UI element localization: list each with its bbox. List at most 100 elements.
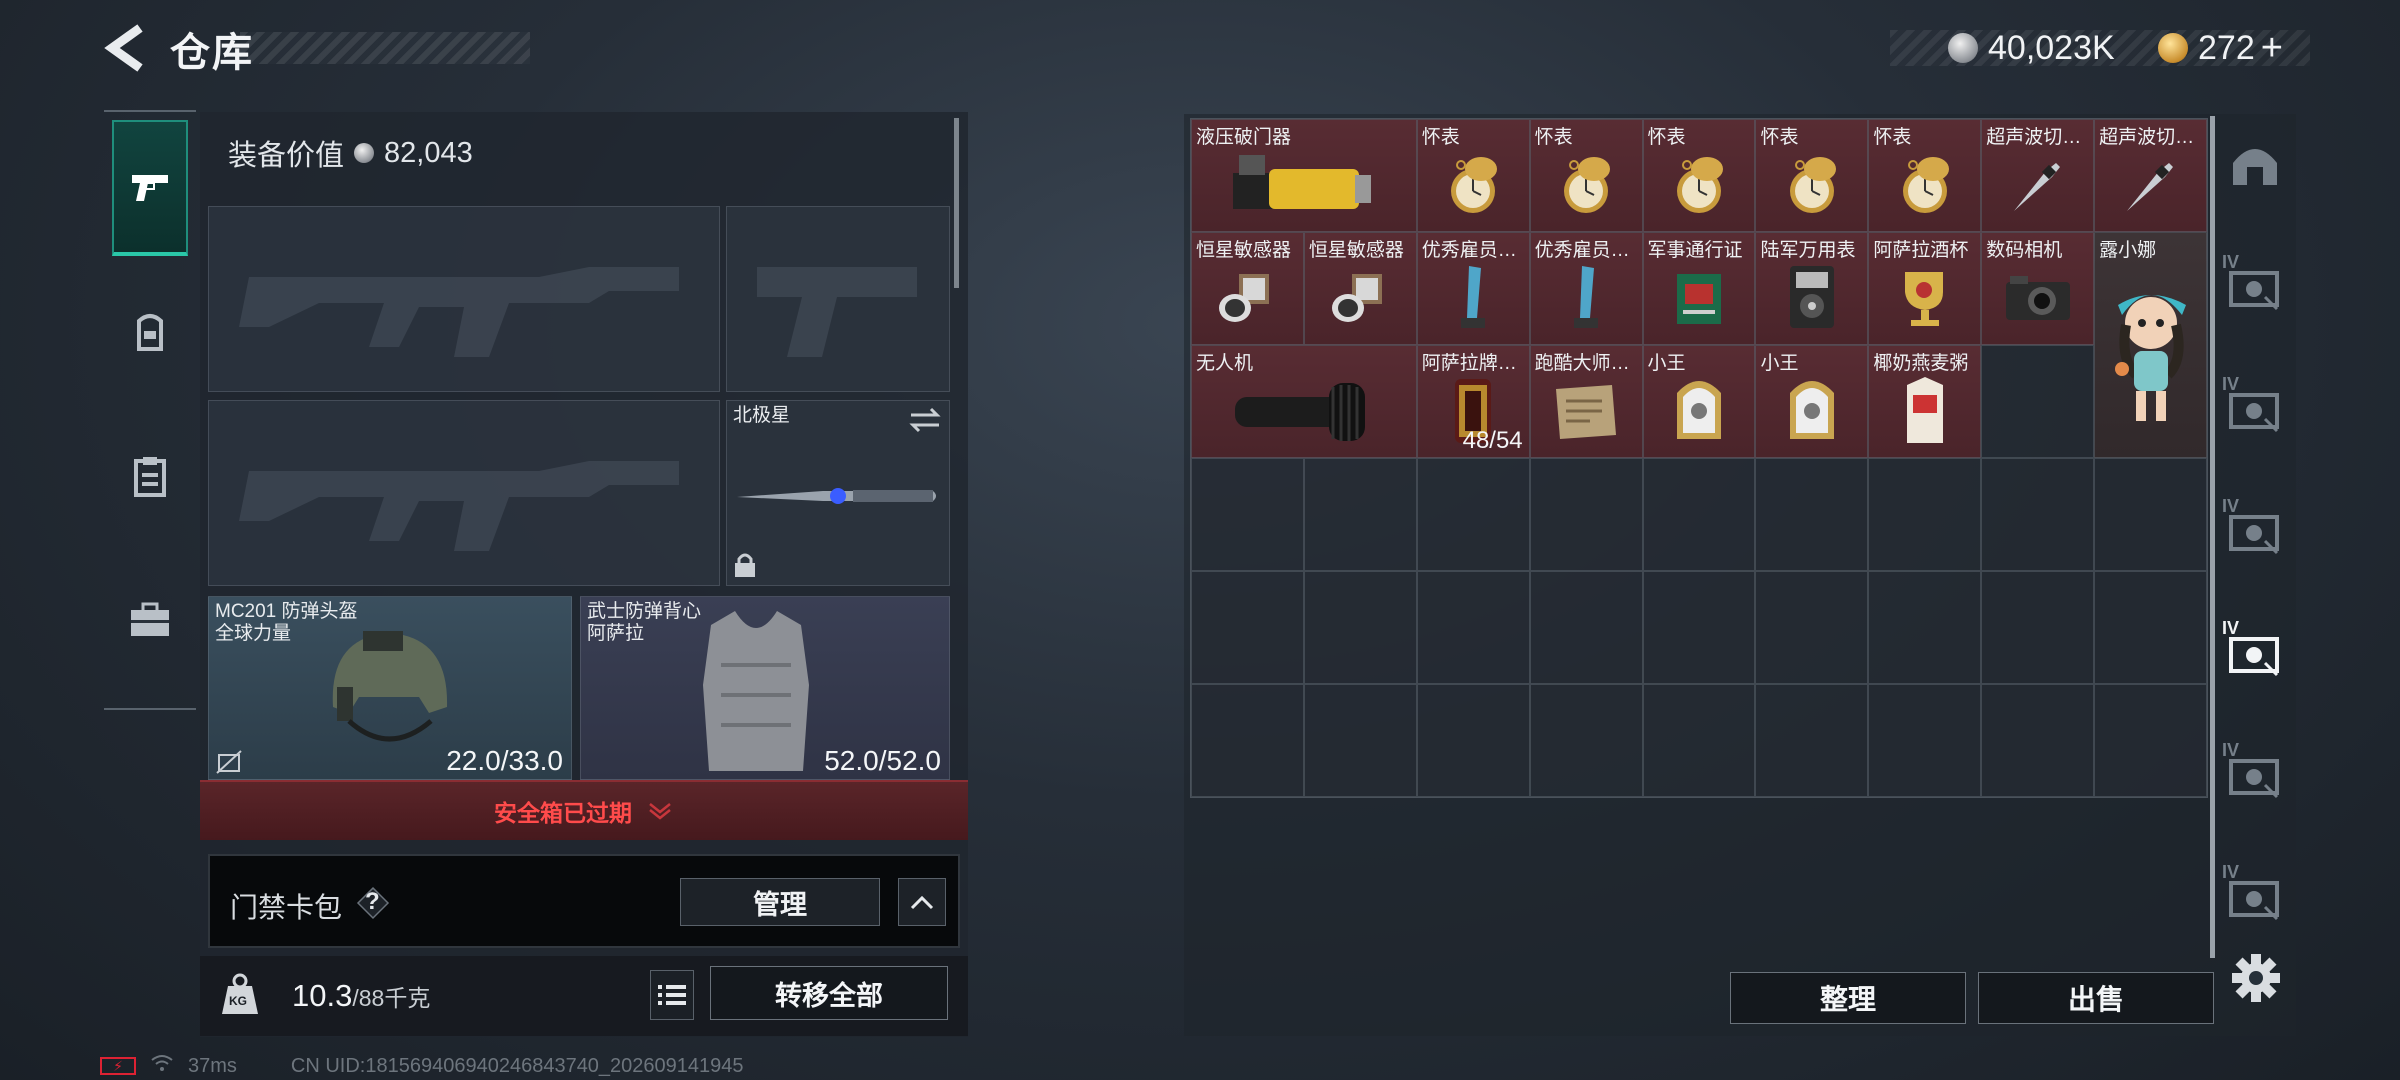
safe-box-status-bar[interactable]: 安全箱已过期 (200, 780, 968, 840)
empty-slot[interactable] (1642, 458, 1756, 571)
swap-icon[interactable] (909, 407, 941, 433)
empty-slot[interactable] (1981, 684, 2095, 797)
empty-slot[interactable] (1755, 571, 1869, 684)
empty-slot[interactable] (1529, 684, 1643, 797)
tab-weapons[interactable] (112, 120, 188, 256)
stash-item[interactable]: 液压破门器 (1191, 119, 1417, 232)
container-tab[interactable]: IV (2220, 372, 2290, 442)
stash-item[interactable]: 超声波切割刀 (1981, 119, 2095, 232)
silver-coin-icon (1948, 33, 1978, 63)
vest-name: 武士防弹背心 阿萨拉 (587, 601, 702, 644)
empty-slot[interactable] (1981, 458, 2095, 571)
item-name: 椰奶燕麦粥 (1873, 353, 1969, 374)
empty-slot[interactable] (1868, 458, 1982, 571)
empty-slot[interactable] (1529, 571, 1643, 684)
item-name: 恒星敏感器 (1308, 240, 1404, 261)
empty-slot[interactable] (1416, 684, 1530, 797)
list-view-button[interactable] (650, 970, 694, 1020)
stash-item[interactable]: 阿萨拉酒杯 (1868, 232, 1982, 345)
stash-item[interactable]: 军事通行证 (1642, 232, 1756, 345)
stash-item[interactable]: 恒星敏感器 (1191, 232, 1304, 345)
stash-item[interactable]: 小王 (1755, 345, 1869, 458)
empty-slot[interactable] (1303, 571, 1417, 684)
equip-value-label: 装备价值 (228, 140, 345, 172)
empty-slot[interactable] (1191, 458, 1304, 571)
stash-item[interactable]: 恒星敏感器 (1303, 232, 1417, 345)
help-icon[interactable]: ? (356, 886, 390, 920)
uid-text: CN UID:18156940694024684374​0_2026091419… (290, 1054, 744, 1077)
container-tab[interactable] (2220, 128, 2290, 198)
stash-item[interactable]: 无人机 (1191, 345, 1417, 458)
tier-badge: IV (2222, 740, 2240, 760)
status-bar: ⚡ 37ms CN UID:18156940694024684374​0_202… (100, 1054, 744, 1078)
container-tab[interactable]: IV (2220, 738, 2290, 808)
carton-icon (1869, 364, 1980, 457)
empty-slot[interactable] (2094, 571, 2207, 684)
stash-item[interactable]: 陆军万用表 (1755, 232, 1869, 345)
empty-slot[interactable] (1416, 571, 1530, 684)
sort-button[interactable]: 整理 (1730, 972, 1966, 1024)
empty-slot[interactable] (1981, 345, 2095, 458)
stash-item[interactable]: 露小娜 (2094, 232, 2207, 458)
empty-slot[interactable] (2094, 684, 2207, 797)
card-icon (1756, 364, 1867, 457)
empty-slot[interactable] (1755, 458, 1869, 571)
stash-item[interactable]: 怀表 (1416, 119, 1530, 232)
stash-item[interactable]: 怀表 (1529, 119, 1643, 232)
container-tab[interactable]: IV (2220, 250, 2290, 320)
empty-slot[interactable] (1303, 458, 1417, 571)
empty-slot[interactable] (1416, 458, 1530, 571)
stash-item[interactable]: 超声波切割刀 (2094, 119, 2207, 232)
empty-slot[interactable] (1755, 684, 1869, 797)
container-tab[interactable]: IV (2220, 616, 2290, 686)
empty-slot[interactable] (1191, 571, 1304, 684)
empty-slot[interactable] (1981, 571, 2095, 684)
stash-item[interactable]: 怀表 (1868, 119, 1982, 232)
helmet-slot[interactable]: MC201 防弹头盔 全球力量 22.0/33.0 (208, 596, 572, 780)
add-currency-icon[interactable]: + (2261, 27, 2283, 70)
empty-slot[interactable] (1529, 458, 1643, 571)
trophy-icon (1418, 251, 1529, 344)
empty-slot[interactable] (2094, 458, 2207, 571)
stash-item[interactable]: 小王 (1642, 345, 1756, 458)
stash-item[interactable]: 跑酷大师证书 (1529, 345, 1643, 458)
scalpel-icon (2095, 138, 2206, 231)
empty-slot[interactable] (1642, 684, 1756, 797)
container-tab[interactable]: IV (2220, 494, 2290, 564)
loadout-panel: 装备价值 82,043 北极星 MC201 防弹头盔 全球力量 22.0/33.… (200, 112, 968, 1037)
secondary-weapon-slot[interactable] (726, 206, 950, 392)
stash-item[interactable]: 阿萨拉牌香烟 48/54 (1416, 345, 1530, 458)
goblet-icon (1869, 251, 1980, 344)
loadout-scrollbar[interactable] (954, 118, 959, 288)
stash-item[interactable]: 怀表 (1755, 119, 1869, 232)
vest-slot[interactable]: 武士防弹背心 阿萨拉 52.0/52.0 (580, 596, 950, 780)
gold-currency[interactable]: 272 + (2158, 27, 2283, 70)
empty-slot[interactable] (1191, 684, 1304, 797)
sell-button[interactable]: 出售 (1978, 972, 2214, 1024)
silver-coin-icon (354, 143, 375, 163)
stash-item[interactable]: 椰奶燕麦粥 (1868, 345, 1982, 458)
empty-slot[interactable] (1868, 571, 1982, 684)
silver-currency[interactable]: 40,023K (1948, 28, 2115, 68)
stash-item[interactable]: 怀表 (1642, 119, 1756, 232)
primary-weapon-slot-2[interactable] (208, 400, 720, 586)
stash-scrollbar[interactable] (2210, 116, 2215, 958)
container-tab[interactable]: IV (2220, 860, 2290, 930)
melee-slot[interactable]: 北极星 (726, 400, 950, 586)
primary-weapon-slot[interactable] (208, 206, 720, 392)
empty-slot[interactable] (1303, 684, 1417, 797)
transfer-all-button[interactable]: 转移全部 (710, 966, 948, 1020)
collapse-button[interactable] (898, 878, 946, 926)
stash-item[interactable]: 数码相机 (1981, 232, 2095, 345)
figure-icon (2095, 251, 2206, 457)
stash-item[interactable]: 优秀雇员奖杯 (1416, 232, 1530, 345)
settings-button[interactable] (2228, 950, 2284, 1006)
tab-backpack[interactable] (112, 264, 188, 400)
tab-case[interactable] (112, 552, 188, 688)
back-button[interactable] (100, 22, 148, 74)
tab-chest-rig[interactable] (112, 408, 188, 544)
stash-item[interactable]: 优秀雇员奖杯 (1529, 232, 1643, 345)
empty-slot[interactable] (1642, 571, 1756, 684)
manage-button[interactable]: 管理 (680, 878, 880, 926)
empty-slot[interactable] (1868, 684, 1982, 797)
